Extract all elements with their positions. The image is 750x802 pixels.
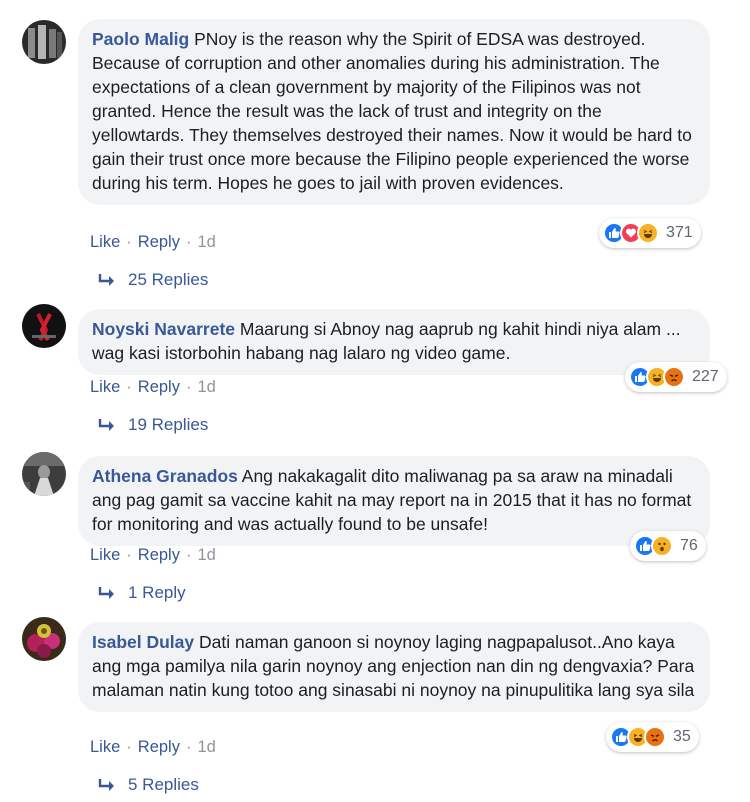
comment-bubble: Isabel Dulay Dati naman ganoon si noynoy… [78,622,710,712]
haha-icon [637,222,659,244]
reaction-count: 227 [692,368,719,385]
separator: · [185,546,192,564]
replies-label: 19 Replies [128,415,209,434]
comment-actions: Like · Reply · 1d [90,738,216,757]
like-button[interactable]: Like [90,738,120,757]
separator: · [126,738,132,756]
comment-actions: Like · Reply · 1d [90,233,216,252]
separator: · [126,546,132,564]
comment-bubble: Athena Granados Ang nakakagalit dito mal… [78,456,710,546]
reply-button[interactable]: Reply [138,378,180,397]
reply-arrow-icon [98,419,114,431]
reaction-summary[interactable]: 76 [630,531,706,561]
avatar[interactable] [22,452,66,496]
comment-author[interactable]: Noyski Navarrete [92,319,235,339]
comment-bubble: Noyski Navarrete Maarung si Abnoy nag aa… [78,309,710,375]
timestamp[interactable]: 1d [197,738,215,757]
comment-actions: Like · Reply · 1d [90,378,216,397]
angry-icon [663,366,685,388]
view-replies-link[interactable]: 19 Replies [98,415,208,435]
separator: · [185,233,192,251]
separator: · [126,233,132,251]
wow-icon [651,535,673,557]
angry-icon [644,726,666,748]
replies-label: 25 Replies [128,270,209,289]
reaction-summary[interactable]: 227 [625,362,727,392]
timestamp[interactable]: 1d [197,378,215,397]
comment-actions: Like · Reply · 1d [90,546,216,565]
reaction-summary[interactable]: 371 [599,218,701,248]
timestamp[interactable]: 1d [197,233,215,252]
view-replies-link[interactable]: 1 Reply [98,583,186,603]
reply-button[interactable]: Reply [138,546,180,565]
reply-arrow-icon [98,779,114,791]
separator: · [185,738,192,756]
comment-bubble: Paolo Malig PNoy is the reason why the S… [78,19,710,205]
comment-author[interactable]: Athena Granados [92,466,238,486]
view-replies-link[interactable]: 5 Replies [98,775,199,795]
reply-arrow-icon [98,587,114,599]
replies-label: 5 Replies [128,775,199,794]
reply-button[interactable]: Reply [138,233,180,252]
reaction-count: 35 [673,728,691,745]
reaction-summary[interactable]: 35 [606,722,699,752]
reaction-count: 76 [680,537,698,554]
comment-author[interactable]: Isabel Dulay [92,632,194,652]
avatar[interactable] [22,20,66,64]
avatar[interactable] [22,617,66,661]
avatar[interactable] [22,304,66,348]
view-replies-link[interactable]: 25 Replies [98,270,208,290]
reply-button[interactable]: Reply [138,738,180,757]
reply-arrow-icon [98,274,114,286]
separator: · [126,378,132,396]
reaction-count: 371 [666,224,693,241]
like-button[interactable]: Like [90,546,120,565]
separator: · [185,378,192,396]
comment-author[interactable]: Paolo Malig [92,29,189,49]
like-button[interactable]: Like [90,233,120,252]
like-button[interactable]: Like [90,378,120,397]
timestamp[interactable]: 1d [197,546,215,565]
comment-text: PNoy is the reason why the Spirit of EDS… [92,29,692,193]
replies-label: 1 Reply [128,583,186,602]
